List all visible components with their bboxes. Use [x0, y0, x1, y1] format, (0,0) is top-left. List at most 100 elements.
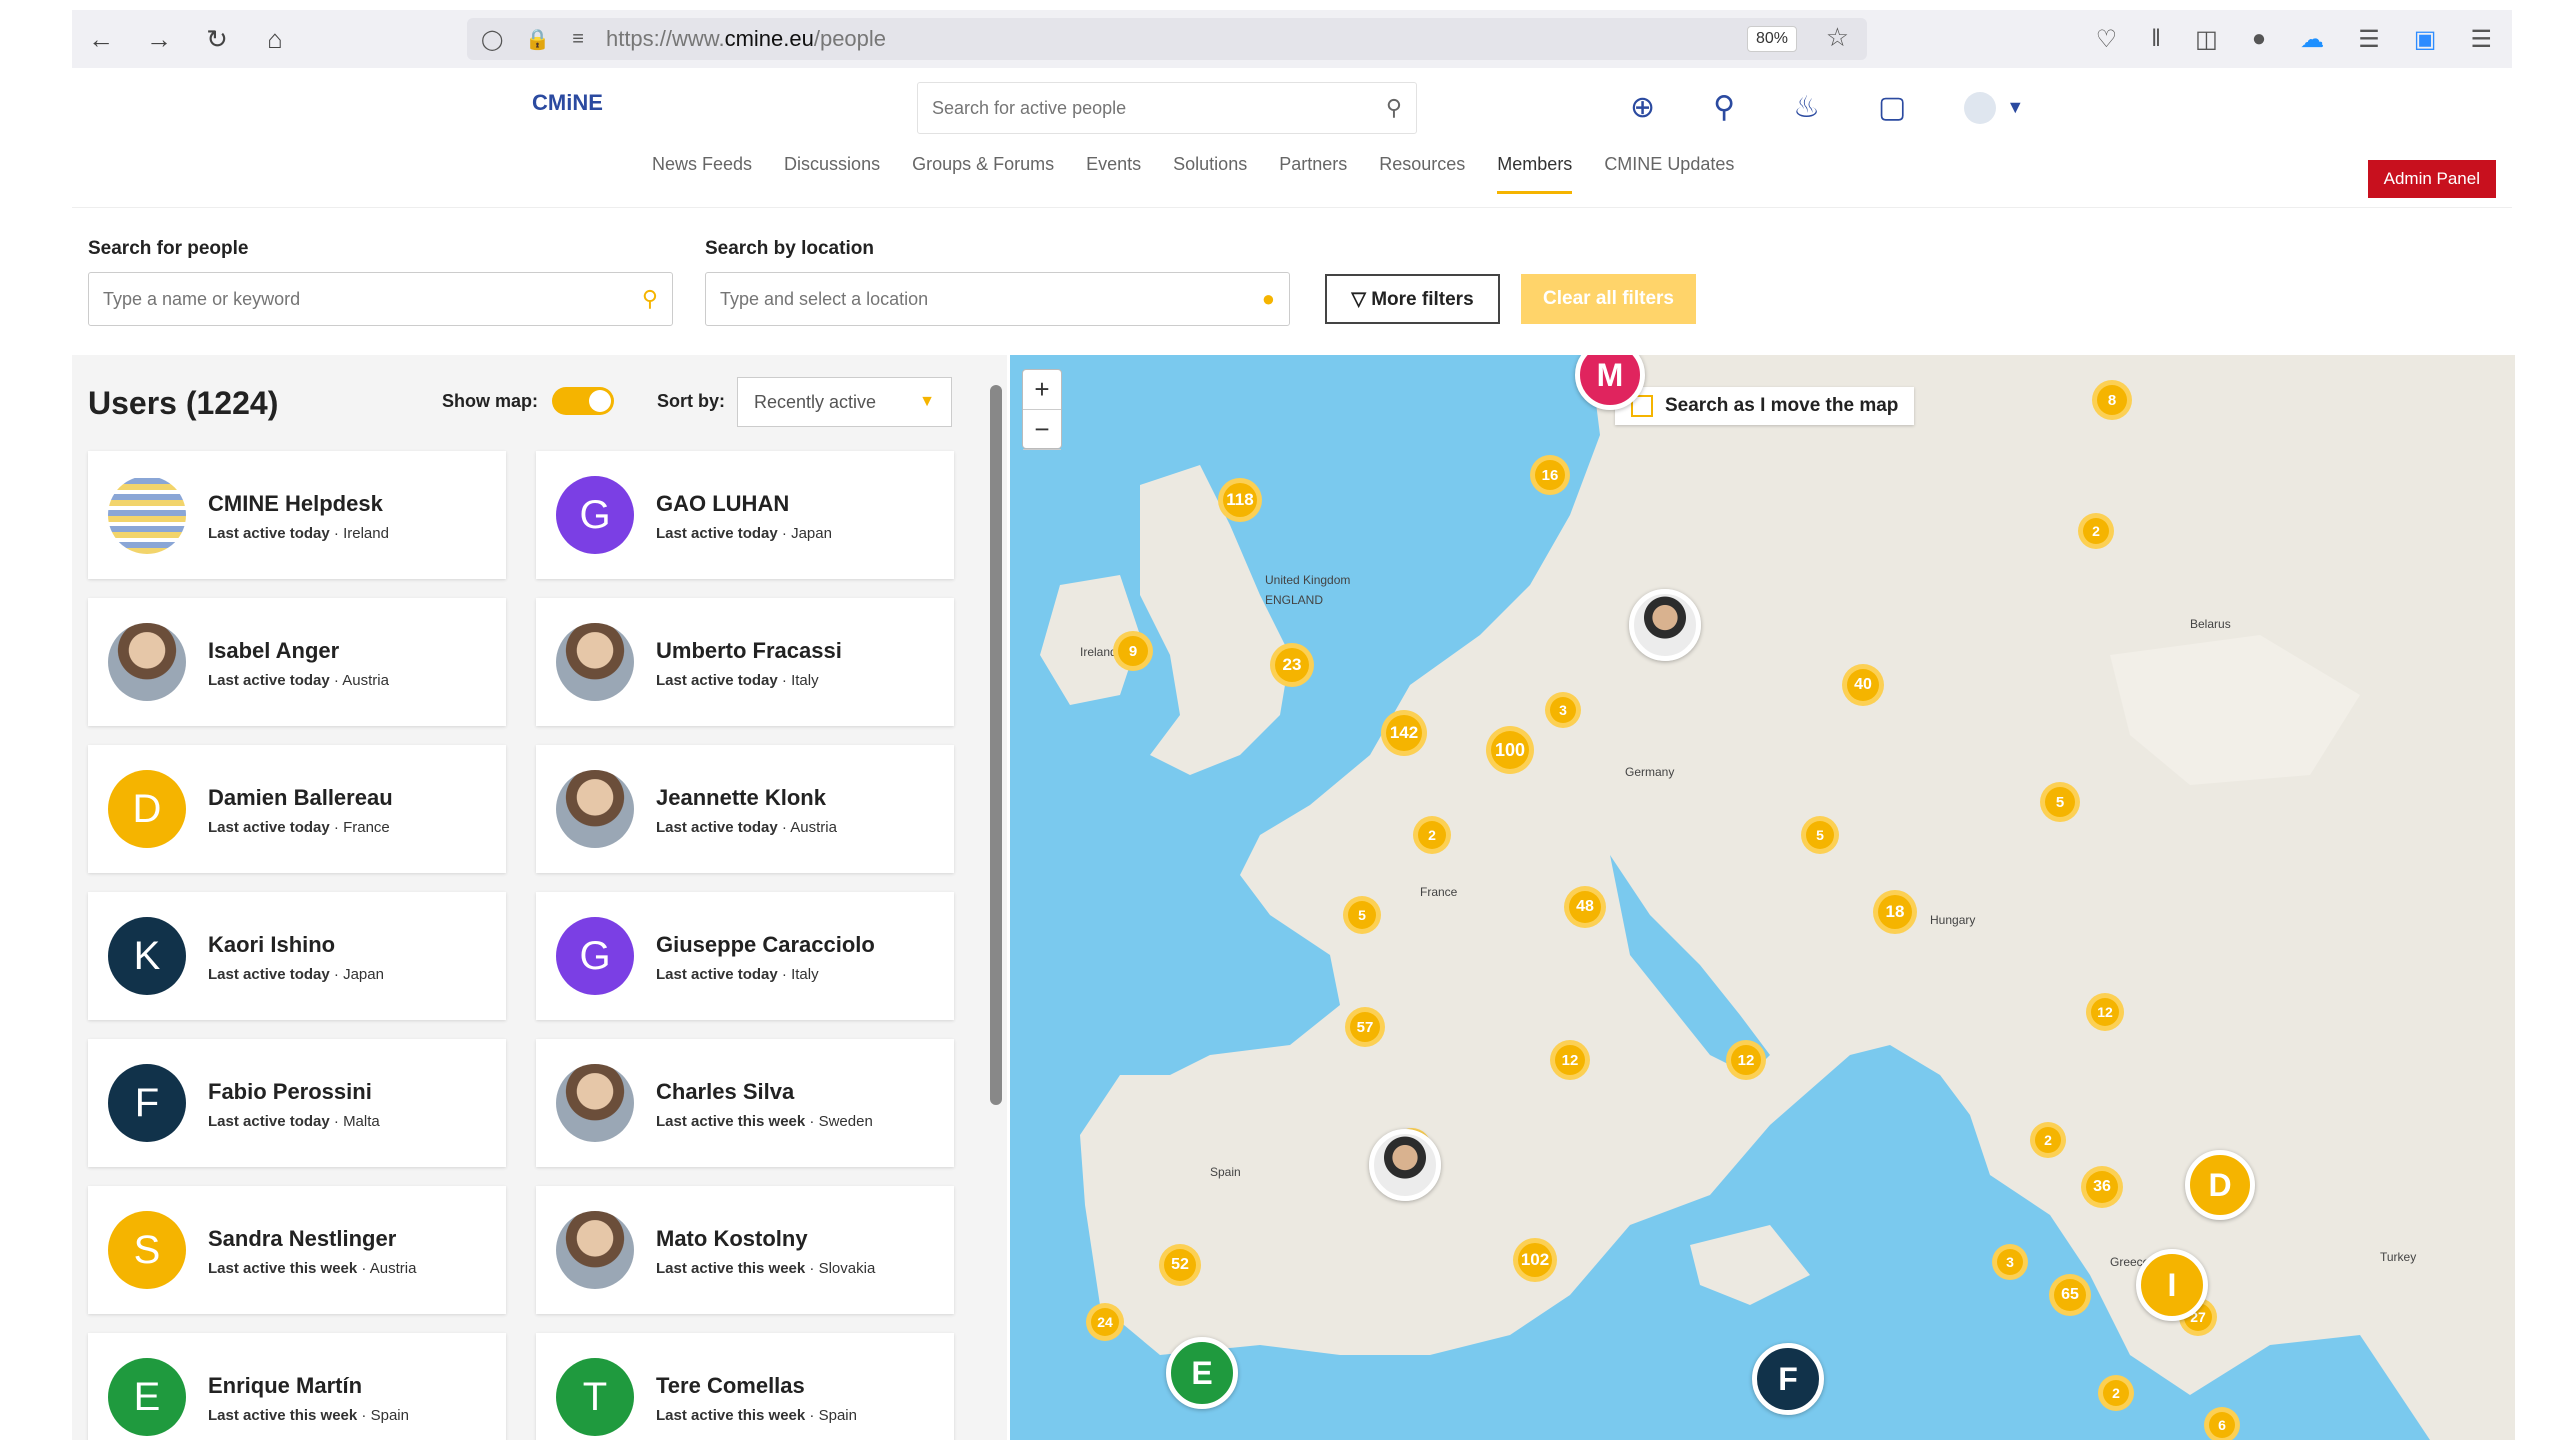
map-cluster[interactable]: 118 [1218, 478, 1262, 522]
more-filters-button[interactable]: ▽ More filters [1325, 274, 1500, 324]
user-name[interactable]: Enrique Martín [208, 1373, 362, 1399]
map-user-pin[interactable] [1629, 589, 1701, 661]
show-map-toggle[interactable] [552, 387, 614, 415]
map-user-pin[interactable] [1369, 1129, 1441, 1201]
map-cluster[interactable]: 12 [2086, 993, 2124, 1031]
search-location-input[interactable] [720, 288, 1262, 310]
lock-icon[interactable]: 🔒 [525, 27, 550, 52]
user-avatar[interactable]: T [556, 1358, 634, 1436]
nav-members[interactable]: Members [1497, 154, 1573, 194]
home-icon[interactable]: ⌂ [246, 10, 304, 68]
user-card[interactable]: Charles Silva Last active this week · Swe… [536, 1039, 954, 1167]
pocket-icon[interactable]: ♡ [2096, 25, 2118, 54]
search-icon[interactable]: ⚲ [1386, 95, 1402, 121]
map-cluster[interactable]: 5 [2040, 782, 2080, 822]
user-card[interactable]: Mato Kostolny Last active this week · Slo… [536, 1186, 954, 1314]
chevron-down-icon[interactable]: ▼ [2006, 97, 2024, 118]
user-card[interactable]: D Damien Ballereau Last active today · Fra… [88, 745, 506, 873]
user-name[interactable]: Giuseppe Caracciolo [656, 932, 875, 958]
nav-cmine-updates[interactable]: CMINE Updates [1604, 154, 1734, 194]
account-icon[interactable]: ● [2252, 25, 2267, 53]
map-cluster[interactable]: 36 [2081, 1166, 2123, 1208]
zoom-app-icon[interactable]: ▣ [2414, 25, 2437, 54]
map-cluster[interactable]: 12 [1726, 1040, 1766, 1080]
map-cluster[interactable]: 102 [1513, 1238, 1557, 1282]
user-card[interactable]: S Sandra Nestlinger Last active this week … [88, 1186, 506, 1314]
user-avatar[interactable]: G [556, 917, 634, 995]
nav-discussions[interactable]: Discussions [784, 154, 880, 194]
map-cluster[interactable]: 142 [1381, 710, 1427, 756]
user-avatar[interactable] [556, 623, 634, 701]
user-name[interactable]: Sandra Nestlinger [208, 1226, 396, 1252]
map-user-pin[interactable]: F [1752, 1343, 1824, 1415]
reload-icon[interactable]: ↻ [188, 10, 246, 68]
user-card[interactable]: F Fabio Perossini Last active today · Malt… [88, 1039, 506, 1167]
user-card[interactable]: E Enrique Martín Last active this week · S… [88, 1333, 506, 1440]
map-cluster[interactable]: 40 [1842, 664, 1884, 706]
user-avatar[interactable] [108, 476, 186, 554]
search-icon[interactable]: ⚲ [642, 286, 658, 312]
nav-resources[interactable]: Resources [1379, 154, 1465, 194]
map-cluster[interactable]: 57 [1345, 1007, 1385, 1047]
user-name[interactable]: Charles Silva [656, 1079, 794, 1105]
map-cluster[interactable]: 3 [1992, 1244, 2028, 1280]
user-card[interactable]: G GAO LUHAN Last active today · Japan [536, 451, 954, 579]
location-pin-icon[interactable]: ● [1262, 286, 1275, 312]
map-cluster[interactable]: 6 [2204, 1407, 2240, 1440]
user-name[interactable]: Jeannette Klonk [656, 785, 826, 811]
shield-icon[interactable]: ◯ [481, 27, 503, 52]
search-people-input[interactable] [103, 288, 642, 310]
admin-panel-button[interactable]: Admin Panel [2367, 160, 2496, 198]
search-location-box[interactable]: ● [705, 272, 1290, 326]
zoom-level[interactable]: 80% [1746, 26, 1797, 52]
user-avatar[interactable]: K [108, 917, 186, 995]
menu-icon[interactable]: ☰ [2470, 25, 2492, 54]
pin-icon[interactable]: ⚲ [1713, 90, 1735, 125]
user-name[interactable]: Isabel Anger [208, 638, 339, 664]
map-user-pin[interactable]: D [2185, 1150, 2255, 1220]
user-name[interactable]: CMINE Helpdesk [208, 491, 383, 517]
sort-select[interactable]: Recently active ▼ [737, 377, 952, 427]
permissions-icon[interactable]: ≡ [572, 28, 584, 51]
user-name[interactable]: Kaori Ishino [208, 932, 335, 958]
user-card[interactable]: Umberto Fracassi Last active today · Ital… [536, 598, 954, 726]
user-card[interactable]: K Kaori Ishino Last active today · Japan [88, 892, 506, 1020]
map-user-pin[interactable]: E [1166, 1337, 1238, 1409]
user-card[interactable]: CMINE Helpdesk Last active today · Irelan… [88, 451, 506, 579]
user-avatar[interactable]: F [108, 1064, 186, 1142]
bookmark-star-icon[interactable]: ☆ [1826, 22, 1849, 53]
user-name[interactable]: Mato Kostolny [656, 1226, 808, 1252]
map-cluster[interactable]: 3 [1545, 692, 1581, 728]
map-cluster[interactable]: 2 [2030, 1122, 2066, 1158]
user-name[interactable]: Umberto Fracassi [656, 638, 842, 664]
user-avatar[interactable] [556, 770, 634, 848]
user-avatar[interactable]: D [108, 770, 186, 848]
map-cluster[interactable]: 100 [1486, 726, 1534, 774]
user-card[interactable]: Isabel Anger Last active today · Austria [88, 598, 506, 726]
user-name[interactable]: Damien Ballereau [208, 785, 393, 811]
map-cluster[interactable]: 12 [1550, 1040, 1590, 1080]
zoom-out-button[interactable]: − [1023, 410, 1061, 450]
user-avatar[interactable] [556, 1211, 634, 1289]
map-cluster[interactable]: 18 [1873, 890, 1917, 934]
back-icon[interactable]: ← [72, 10, 130, 68]
map-cluster[interactable]: 2 [2078, 513, 2114, 549]
user-avatar[interactable]: S [108, 1211, 186, 1289]
top-search-box[interactable]: ⚲ [917, 82, 1417, 134]
map-user-pin[interactable]: I [2136, 1249, 2208, 1321]
profile-avatar[interactable]: ▼ [1964, 90, 2024, 125]
forward-icon[interactable]: → [130, 10, 188, 68]
map-cluster[interactable]: 24 [1086, 1303, 1124, 1341]
cloud-icon[interactable]: ☁ [2300, 25, 2324, 54]
chat-icon[interactable]: ▢ [1878, 90, 1906, 125]
map-cluster[interactable]: 65 [2049, 1274, 2091, 1316]
map-cluster[interactable]: 5 [1801, 816, 1839, 854]
clear-filters-button[interactable]: Clear all filters [1521, 274, 1696, 324]
map-cluster[interactable]: 9 [1113, 631, 1153, 671]
layers-icon[interactable]: ☰ [2358, 25, 2380, 54]
user-name[interactable]: Fabio Perossini [208, 1079, 372, 1105]
library-icon[interactable]: ‖ [2151, 25, 2161, 53]
map-cluster[interactable]: 5 [1343, 896, 1381, 934]
user-avatar[interactable] [556, 1064, 634, 1142]
map-cluster[interactable]: 48 [1564, 886, 1606, 928]
